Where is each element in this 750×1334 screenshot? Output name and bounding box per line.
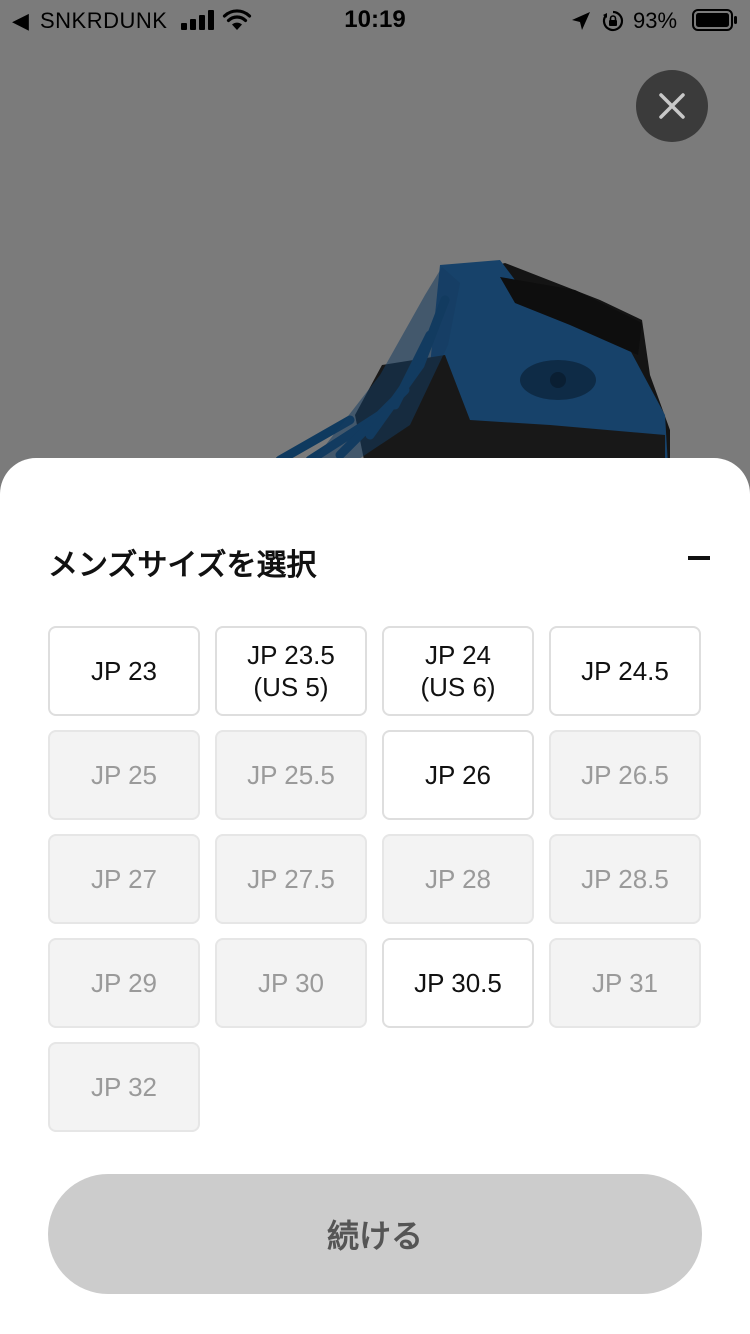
status-bar: ◀ SNKRDUNK 10:19 93% bbox=[0, 0, 750, 40]
size-selection-sheet: メンズサイズを選択 JP 23 JP 23.5 (US 5) JP 24 (US 6… bbox=[0, 458, 750, 1334]
size-option-label: JP 29 bbox=[90, 968, 157, 998]
size-option-button[interactable]: JP 31 bbox=[549, 938, 701, 1028]
size-option-button[interactable]: JP 24 (US 6) bbox=[382, 626, 534, 716]
size-option-label: JP 32 bbox=[90, 1072, 157, 1102]
size-option-label: JP 28 bbox=[424, 864, 491, 894]
size-option-button[interactable]: JP 26.5 bbox=[549, 730, 701, 820]
size-option-button[interactable]: JP 23.5 (US 5) bbox=[215, 626, 367, 716]
close-button[interactable] bbox=[636, 70, 708, 142]
size-option-label: JP 26 bbox=[424, 760, 491, 790]
size-option-button[interactable]: JP 26 bbox=[382, 730, 534, 820]
close-icon bbox=[659, 93, 685, 119]
size-option-button[interactable]: JP 29 bbox=[48, 938, 200, 1028]
battery-icon bbox=[692, 9, 737, 31]
size-option-label: JP 31 bbox=[591, 968, 658, 998]
size-option-label: JP 23 bbox=[90, 656, 157, 686]
size-option-label: JP 28.5 bbox=[581, 864, 669, 894]
size-option-button[interactable]: JP 24.5 bbox=[549, 626, 701, 716]
size-option-button[interactable]: JP 27.5 bbox=[215, 834, 367, 924]
continue-button[interactable]: 続ける bbox=[48, 1174, 702, 1294]
size-option-label: JP 27 bbox=[90, 864, 157, 894]
size-option-label: JP 27.5 bbox=[247, 864, 335, 894]
size-option-button[interactable]: JP 25 bbox=[48, 730, 200, 820]
size-option-label: JP 30 bbox=[257, 968, 324, 998]
size-option-label: JP 24 (US 6) bbox=[420, 640, 496, 702]
size-option-button[interactable]: JP 25.5 bbox=[215, 730, 367, 820]
rotation-lock-icon bbox=[602, 10, 624, 32]
location-icon bbox=[572, 12, 590, 30]
sheet-title: メンズサイズを選択 bbox=[48, 548, 317, 583]
size-option-label: JP 25.5 bbox=[247, 760, 335, 790]
size-option-label: JP 24.5 bbox=[581, 656, 669, 686]
product-image-sneaker bbox=[275, 260, 670, 465]
size-option-button[interactable]: JP 30.5 bbox=[382, 938, 534, 1028]
size-option-button[interactable]: JP 30 bbox=[215, 938, 367, 1028]
size-option-label: JP 25 bbox=[90, 760, 157, 790]
size-option-label: JP 23.5 (US 5) bbox=[247, 640, 335, 702]
minus-icon bbox=[688, 556, 710, 560]
size-option-button[interactable]: JP 23 bbox=[48, 626, 200, 716]
battery-percentage: 93% bbox=[633, 8, 678, 33]
size-option-label: JP 30.5 bbox=[414, 968, 502, 998]
size-option-label: JP 26.5 bbox=[581, 760, 669, 790]
size-option-button[interactable]: JP 27 bbox=[48, 834, 200, 924]
size-option-button[interactable]: JP 28 bbox=[382, 834, 534, 924]
size-option-button[interactable]: JP 28.5 bbox=[549, 834, 701, 924]
size-option-button[interactable]: JP 32 bbox=[48, 1042, 200, 1132]
